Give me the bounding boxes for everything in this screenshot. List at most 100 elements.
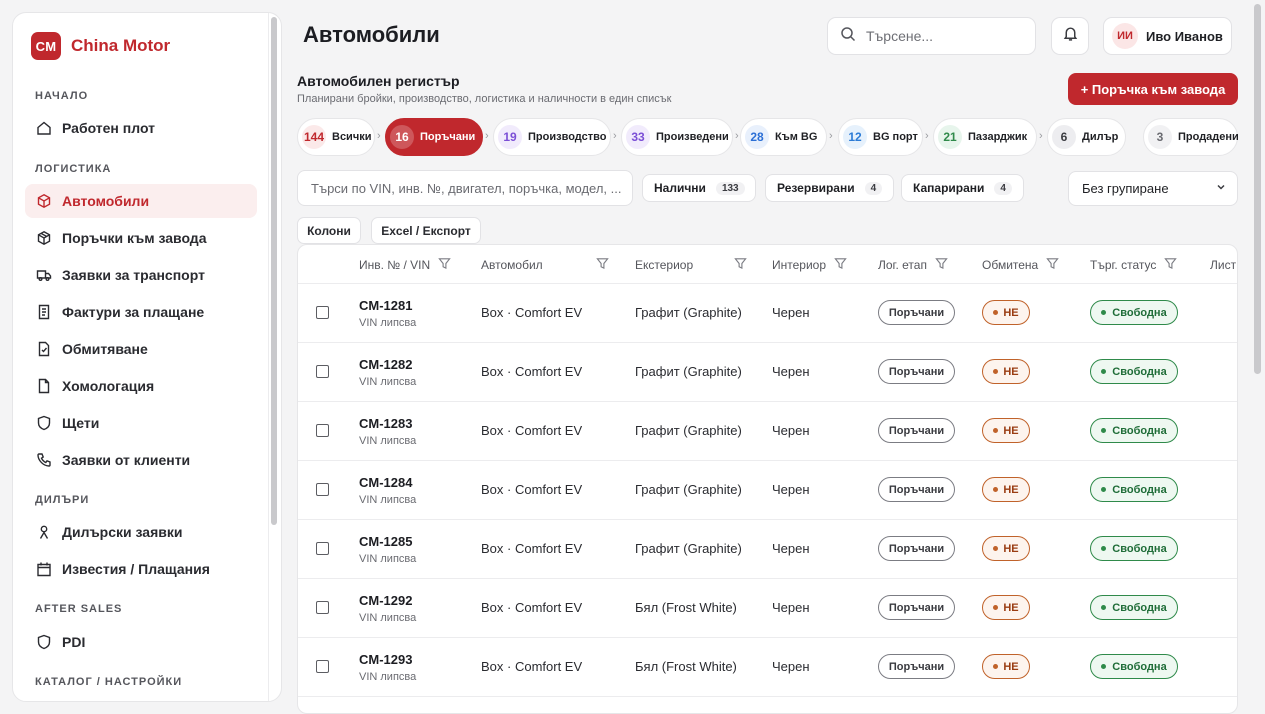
- column-header-trade-status[interactable]: Търг. статус: [1090, 245, 1178, 284]
- section-title-dealers: ДИЛЪРИ: [35, 494, 90, 506]
- sidebar-item-factory-orders[interactable]: Поръчки към завода: [25, 221, 257, 255]
- inventory-number[interactable]: CM-1282: [359, 357, 412, 372]
- cars-table: Инв. № / VIN Автомобил Екстериор Интерио…: [297, 244, 1238, 714]
- sidebar-item-homologation[interactable]: Хомологация: [25, 369, 257, 403]
- section-title-after-sales: AFTER SALES: [35, 603, 123, 615]
- log-stage-badge: Поръчани: [878, 595, 955, 620]
- user-menu[interactable]: ИИ Иво Иванов: [1103, 17, 1232, 55]
- status-dot-icon: [993, 310, 999, 315]
- phone-icon: [36, 452, 52, 468]
- row-checkbox[interactable]: [316, 542, 329, 555]
- chevron-right-icon: ›: [829, 130, 833, 142]
- sidebar-item-pdi[interactable]: PDI: [25, 625, 257, 659]
- log-stage-badge: Поръчани: [878, 418, 955, 443]
- exterior-color: Графит (Graphite): [635, 541, 742, 556]
- column-header-customs[interactable]: Обмитена: [982, 245, 1060, 284]
- filter-icon[interactable]: [596, 257, 609, 273]
- table-header: Инв. № / VIN Автомобил Екстериор Интерио…: [298, 245, 1237, 284]
- page-scrollbar[interactable]: [1254, 4, 1261, 374]
- pipeline-stage[interactable]: 16 Поръчани: [385, 118, 483, 156]
- sidebar-item-dealer-requests[interactable]: Дилърски заявки: [25, 515, 257, 549]
- filter-icon[interactable]: [834, 257, 847, 273]
- pipeline-stage[interactable]: 33 Произведени: [621, 118, 733, 156]
- car-model: Box · Comfort EV: [481, 600, 583, 615]
- chevron-right-icon: ›: [735, 130, 739, 142]
- status-dot-icon: [993, 664, 999, 669]
- global-search[interactable]: [827, 17, 1036, 55]
- sidebar-item-customs[interactable]: Обмитяване: [25, 332, 257, 366]
- row-checkbox[interactable]: [316, 365, 329, 378]
- sidebar-divider: [268, 13, 269, 701]
- column-header-sheet[interactable]: Лист: [1210, 245, 1236, 284]
- exterior-color: Бял (Frost White): [635, 600, 737, 615]
- search-input[interactable]: [866, 28, 1016, 44]
- inventory-number[interactable]: CM-1293: [359, 652, 412, 667]
- filter-chip-reserved[interactable]: Резервирани 4: [765, 174, 894, 202]
- pipeline-stage[interactable]: 28 Към BG: [740, 118, 827, 156]
- excel-export-button[interactable]: Excel / Експорт: [371, 217, 481, 244]
- table-row[interactable]: CM-1293 VIN липсва Box · Comfort EV Бял (Fr…: [298, 638, 1237, 697]
- filter-icon[interactable]: [1164, 257, 1178, 273]
- pipeline-stage[interactable]: 12 BG порт: [838, 118, 923, 156]
- shield-icon: [36, 415, 52, 431]
- grouping-select[interactable]: Без групиране: [1068, 171, 1238, 206]
- table-row[interactable]: CM-1281 VIN липсва Box · Comfort EV Графит …: [298, 284, 1237, 343]
- pipeline-stage[interactable]: 21 Пазарджик: [933, 118, 1037, 156]
- row-checkbox[interactable]: [316, 483, 329, 496]
- sidebar-item-label: Обмитяване: [62, 341, 148, 357]
- sidebar-item-invoices[interactable]: Фактури за плащане: [25, 295, 257, 329]
- factory-order-button[interactable]: + Поръчка към завода: [1068, 73, 1238, 105]
- inventory-number[interactable]: CM-1284: [359, 475, 412, 490]
- row-checkbox[interactable]: [316, 306, 329, 319]
- notifications-button[interactable]: [1051, 17, 1089, 55]
- filter-chip-available[interactable]: Налични 133: [642, 174, 756, 202]
- chip-count: 4: [994, 181, 1012, 195]
- sidebar-item-cars[interactable]: Автомобили: [25, 184, 257, 218]
- pipeline-stage[interactable]: 144 Всички: [297, 118, 375, 156]
- row-checkbox[interactable]: [316, 601, 329, 614]
- column-header-inv[interactable]: Инв. № / VIN: [359, 245, 451, 284]
- status-dot-icon: [993, 546, 999, 551]
- column-header-exterior[interactable]: Екстериор: [635, 245, 747, 284]
- filter-icon[interactable]: [438, 257, 451, 273]
- filter-icon[interactable]: [1046, 257, 1060, 273]
- row-checkbox[interactable]: [316, 660, 329, 673]
- table-row[interactable]: CM-1285 VIN липсва Box · Comfort EV Графит …: [298, 520, 1237, 579]
- table-search-input[interactable]: [297, 170, 633, 206]
- pipeline-stage[interactable]: 3 Продадени: [1143, 118, 1239, 156]
- sidebar-item-notices-payments[interactable]: Известия / Плащания: [25, 552, 257, 586]
- table-row[interactable]: CM-1282 VIN липсва Box · Comfort EV Графит …: [298, 343, 1237, 402]
- filter-chip-deposited[interactable]: Капарирани 4: [901, 174, 1024, 202]
- sidebar-item-transport[interactable]: Заявки за транспорт: [25, 258, 257, 292]
- columns-button[interactable]: Колони: [297, 217, 361, 244]
- stage-count: 21: [938, 125, 962, 149]
- table-row[interactable]: CM-1292 VIN липсва Box · Comfort EV Бял (Fr…: [298, 579, 1237, 638]
- inventory-number[interactable]: CM-1283: [359, 416, 412, 431]
- sidebar-scrollbar[interactable]: [271, 17, 277, 525]
- column-header-car[interactable]: Автомобил: [481, 245, 609, 284]
- sidebar-item-dashboard[interactable]: Работен плот: [25, 111, 257, 145]
- inventory-number[interactable]: CM-1281: [359, 298, 412, 313]
- sidebar-item-damages[interactable]: Щети: [25, 406, 257, 440]
- sidebar-item-label: Щети: [62, 415, 100, 431]
- row-checkbox[interactable]: [316, 424, 329, 437]
- brand[interactable]: CM China Motor: [31, 32, 170, 60]
- column-header-log-stage[interactable]: Лог. етап: [878, 245, 948, 284]
- status-dot-icon: [993, 369, 999, 374]
- file-icon: [36, 378, 52, 394]
- inventory-number[interactable]: CM-1292: [359, 593, 412, 608]
- table-row[interactable]: CM-1283 VIN липсва Box · Comfort EV Графит …: [298, 402, 1237, 461]
- pipeline-stage[interactable]: 6 Дилър: [1047, 118, 1126, 156]
- sidebar-item-client-requests[interactable]: Заявки от клиенти: [25, 443, 257, 477]
- inventory-number[interactable]: CM-1285: [359, 534, 412, 549]
- table-row[interactable]: CM-1284 VIN липсва Box · Comfort EV Графит …: [298, 461, 1237, 520]
- pipeline-stage[interactable]: 19 Производство: [493, 118, 611, 156]
- filter-icon[interactable]: [734, 257, 747, 273]
- vin-value: VIN липсва: [359, 612, 417, 624]
- filter-icon[interactable]: [935, 257, 948, 273]
- chevron-right-icon: ›: [925, 130, 929, 142]
- exterior-color: Графит (Graphite): [635, 305, 742, 320]
- exterior-color: Графит (Graphite): [635, 423, 742, 438]
- column-header-interior[interactable]: Интериор: [772, 245, 847, 284]
- stage-label: Пазарджик: [968, 131, 1028, 143]
